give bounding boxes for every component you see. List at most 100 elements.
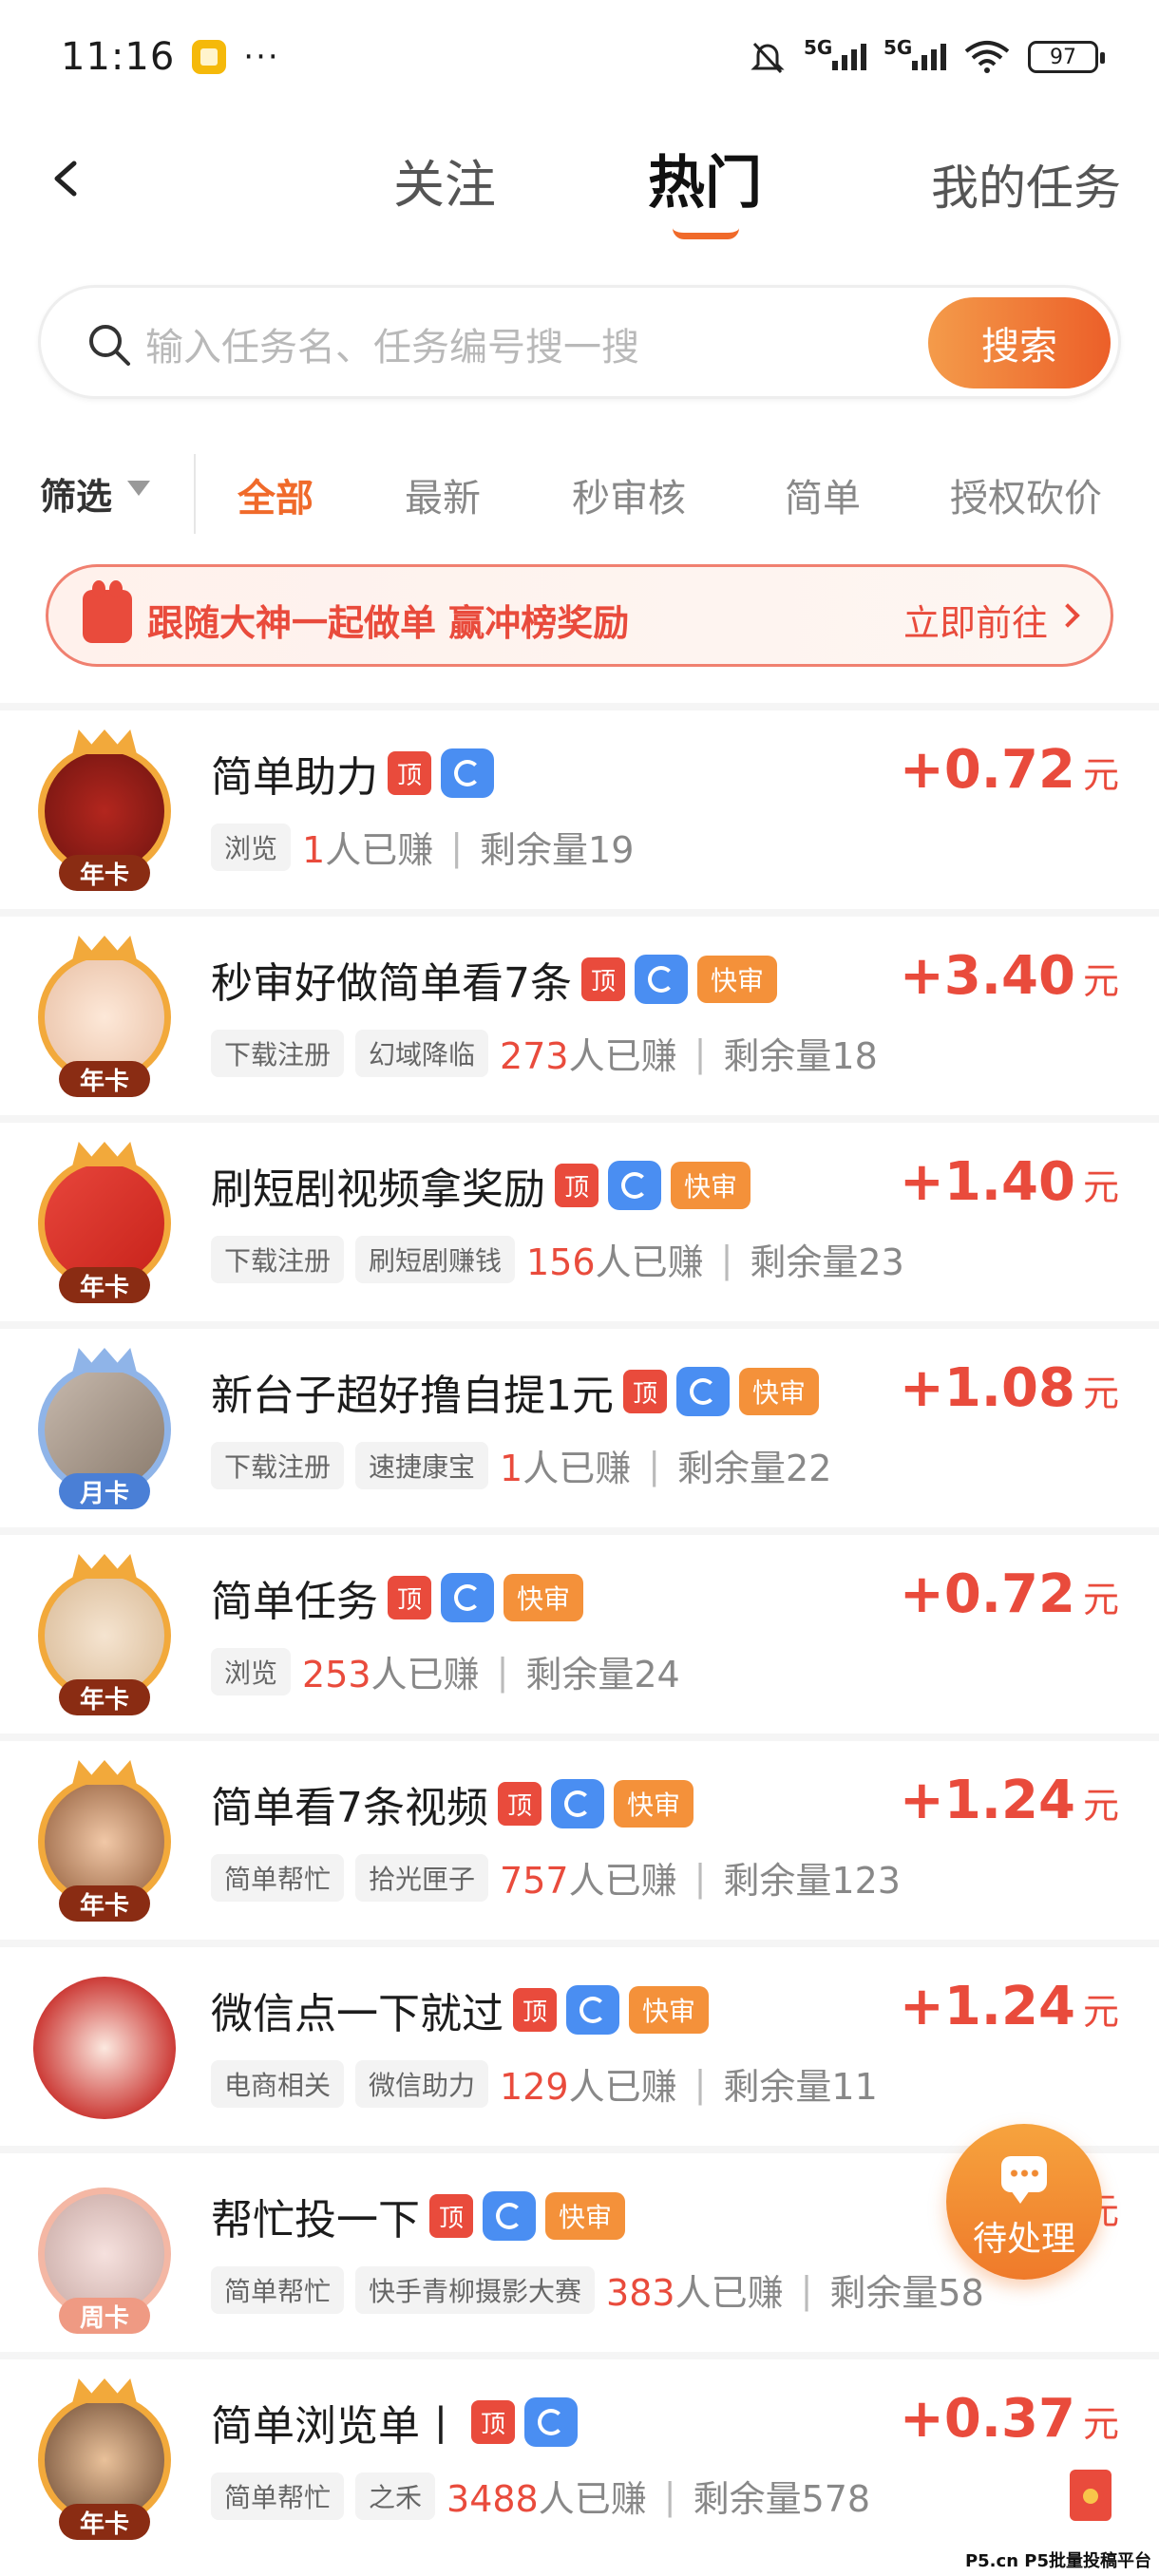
- pinned-tag: 顶: [388, 751, 431, 795]
- earned-suffix: 人已赚: [568, 1860, 677, 1902]
- refresh-icon: [608, 1161, 661, 1210]
- task-title: 刷短剧视频拿奖励: [211, 1165, 545, 1214]
- status-bar: 11:16 ··· 5G 5G 97: [0, 0, 1159, 114]
- task-meta-line: 浏览 1人已赚 | 剩余量19: [211, 821, 634, 873]
- category-simple[interactable]: 简单: [785, 467, 861, 522]
- fast-review-tag: 快审: [545, 2192, 626, 2240]
- category-auth-bargain[interactable]: 授权砍价: [950, 467, 1102, 522]
- refresh-icon: [635, 955, 688, 1004]
- reward-amount: +0.72: [899, 1563, 1075, 1625]
- earned-count: 3488人已赚: [446, 2470, 647, 2522]
- task-category-chip: 简单帮忙: [211, 1853, 345, 1902]
- remaining-count: 剩余量19: [480, 829, 635, 871]
- earned-count: 156人已赚: [526, 1233, 704, 1285]
- category-all[interactable]: 全部: [238, 467, 314, 522]
- meta-separator: |: [694, 1856, 707, 1899]
- task-title: 简单助力: [211, 753, 378, 802]
- pinned-tag: 顶: [388, 1576, 431, 1619]
- earned-suffix: 人已赚: [325, 829, 434, 871]
- task-category-chip: 快手青柳摄影大赛: [355, 2265, 596, 2314]
- crown-icon: [72, 936, 137, 960]
- earned-suffix: 人已赚: [674, 2272, 784, 2314]
- avatar: 年卡: [28, 936, 180, 1097]
- membership-badge: 年卡: [59, 1267, 150, 1303]
- fast-review-tag: 快审: [504, 1574, 584, 1621]
- task-row[interactable]: 年卡 简单浏览单丨顶简单帮忙 之禾 3488人已赚 | 剩余量578 +0.37 元: [0, 2352, 1159, 2558]
- earned-number: 383: [606, 2272, 675, 2314]
- fast-review-tag: 快审: [629, 1986, 710, 2034]
- crown-icon: [72, 1554, 137, 1579]
- avatar: 周卡: [28, 2178, 180, 2334]
- task-row[interactable]: 年卡 简单助力顶浏览 1人已赚 | 剩余量19 +0.72 元: [0, 703, 1159, 909]
- earned-number: 253: [302, 1654, 371, 1695]
- meta-separator: |: [663, 2474, 676, 2517]
- pinned-tag: 顶: [429, 2194, 473, 2238]
- remaining-count: 剩余量58: [829, 2272, 984, 2314]
- avatar: 年卡: [28, 729, 180, 891]
- earned-suffix: 人已赚: [568, 2066, 677, 2108]
- earned-suffix: 人已赚: [370, 1654, 480, 1695]
- filter-divider: [194, 454, 196, 534]
- pinned-tag: 顶: [623, 1370, 667, 1413]
- task-title-line: 简单助力顶: [211, 743, 494, 804]
- task-row[interactable]: 年卡 简单任务顶 快审 浏览 253人已赚 | 剩余量24 +0.72 元: [0, 1527, 1159, 1733]
- earned-count: 253人已赚: [302, 1645, 480, 1697]
- membership-badge: 年卡: [59, 855, 150, 891]
- task-title: 秒审好做简单看7条: [211, 959, 572, 1008]
- reward-amount: +0.37: [899, 2388, 1075, 2450]
- earned-count: 129人已赚: [500, 2057, 677, 2110]
- category-fast-review[interactable]: 秒审核: [572, 467, 686, 522]
- task-row[interactable]: 年卡 简单看7条视频顶快审 简单帮忙 拾光匣子 757人已赚 | 剩余量123 +1.24 元: [0, 1733, 1159, 1940]
- task-title-line: 简单浏览单丨顶: [211, 2392, 578, 2453]
- tab-hot[interactable]: 热门: [648, 137, 762, 219]
- task-meta-line: 简单帮忙 快手青柳摄影大赛 383人已赚 | 剩余量58: [211, 2263, 984, 2316]
- category-latest[interactable]: 最新: [405, 467, 481, 522]
- crown-icon: [72, 729, 137, 754]
- meta-separator: |: [800, 2268, 813, 2311]
- promo-banner[interactable]: 跟随大神一起做单 赢冲榜奖励 立即前往: [46, 564, 1113, 667]
- search-button[interactable]: 搜索: [928, 297, 1111, 388]
- reward-amount: +3.40: [899, 945, 1075, 1007]
- task-title: 简单任务: [211, 1578, 378, 1626]
- task-reward: +3.40 元: [900, 945, 1119, 1007]
- top-nav: 关注 热门 我的任务: [0, 114, 1159, 247]
- remaining-count: 剩余量578: [693, 2478, 871, 2520]
- pending-float-button[interactable]: 待处理: [946, 2124, 1102, 2280]
- task-row[interactable]: 年卡 刷短剧视频拿奖励顶 快审 下载注册 刷短剧赚钱 156人已赚 | 剩余量23 +1.40 元: [0, 1115, 1159, 1321]
- battery-icon: 97: [1028, 41, 1105, 73]
- remaining-count: 剩余量11: [723, 2066, 878, 2108]
- earned-count: 1人已赚: [500, 1439, 631, 1491]
- task-title-line: 简单看7条视频顶 快审: [211, 1773, 694, 1834]
- task-row[interactable]: 微信点一下就过顶快审 电商相关 微信助力 129人已赚 | 剩余量11 +1.24 元: [0, 1940, 1159, 2146]
- pending-label: 待处理: [972, 2220, 1075, 2259]
- membership-badge: 月卡: [59, 1473, 150, 1509]
- task-list: 年卡 简单助力顶浏览 1人已赚 | 剩余量19 +0.72 元年卡 秒审好做简单看7条顶快审下…: [0, 703, 1159, 2558]
- task-row[interactable]: 年卡 秒审好做简单看7条顶快审 下载注册 幻域降临 273人已赚 | 剩余量18 +3.40 元: [0, 909, 1159, 1115]
- filter-dropdown-icon[interactable]: [127, 481, 150, 496]
- task-row[interactable]: 月卡 新台子超好撸自提1元顶快审 下载注册 速捷康宝 1人已赚 | 剩余量22 +1.08 元: [0, 1321, 1159, 1527]
- signal-5g-icon: 5G: [804, 36, 866, 70]
- pinned-tag: 顶: [498, 1782, 542, 1826]
- remaining-count: 剩余量18: [723, 1035, 878, 1077]
- search-bar[interactable]: 输入任务名、任务编号搜一搜 搜索: [38, 285, 1121, 399]
- earned-number: 273: [500, 1035, 569, 1077]
- filter-label[interactable]: 筛选: [40, 467, 112, 520]
- red-envelope-icon[interactable]: [1070, 2470, 1112, 2521]
- back-arrow-icon[interactable]: [48, 160, 86, 198]
- pinned-tag: 顶: [513, 1988, 557, 2032]
- tab-my-tasks[interactable]: 我的任务: [931, 150, 1121, 218]
- search-input[interactable]: 输入任务名、任务编号搜一搜: [145, 316, 639, 371]
- tab-follow[interactable]: 关注: [393, 142, 496, 218]
- avatar: 月卡: [28, 1348, 180, 1509]
- task-reward: +1.24 元: [900, 1770, 1119, 1831]
- earned-count: 273人已赚: [500, 1027, 677, 1079]
- task-category-chip: 下载注册: [211, 1029, 345, 1077]
- reward-amount: +1.24: [899, 1976, 1075, 2037]
- task-title-line: 新台子超好撸自提1元顶 快审: [211, 1361, 820, 1422]
- reward-unit: 元: [1082, 1579, 1119, 1620]
- task-title: 微信点一下就过: [211, 1990, 504, 2038]
- task-category-chip: 拾光匣子: [355, 1853, 489, 1902]
- banner-link[interactable]: 立即前往: [903, 594, 1048, 646]
- reward-unit: 元: [1082, 1991, 1119, 2033]
- membership-badge: 年卡: [59, 1679, 150, 1715]
